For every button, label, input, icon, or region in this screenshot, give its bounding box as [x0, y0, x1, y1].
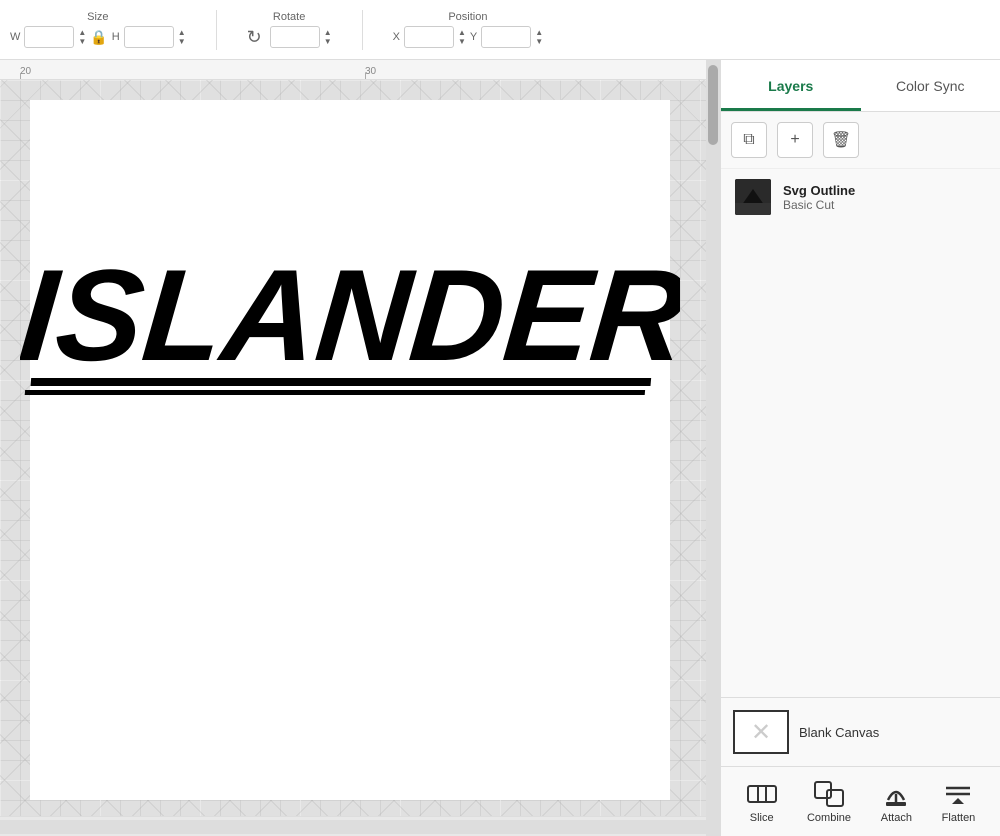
y-label: Y: [470, 31, 477, 43]
combine-button[interactable]: Combine: [807, 780, 851, 824]
flatten-label: Flatten: [942, 812, 976, 824]
flatten-icon: [942, 780, 974, 808]
main-area: 20 30 .isle-text { font-family: 'Arial B…: [0, 60, 1000, 836]
x-spinner[interactable]: ▲▼: [458, 28, 466, 46]
layer-type: Basic Cut: [783, 198, 986, 212]
layer-name: Svg Outline: [783, 183, 986, 198]
ruler-mark-30: 30: [365, 66, 376, 77]
attach-label: Attach: [881, 812, 912, 824]
rotate-group: Rotate ↻ ▲▼: [247, 11, 332, 48]
height-input[interactable]: [124, 26, 174, 48]
size-group: Size W ▲▼ 🔒 H ▲▼: [10, 11, 186, 48]
size-label: Size: [87, 11, 108, 23]
blank-canvas-area: Blank Canvas: [721, 697, 1000, 766]
height-label: H: [112, 31, 120, 43]
copy-layer-button[interactable]: ⧉: [731, 122, 767, 158]
svg-text:ISLANDERS: ISLANDERS: [20, 242, 680, 388]
slice-icon: [746, 780, 778, 808]
height-spinner[interactable]: ▲▼: [178, 28, 186, 46]
ruler-top: 20 30: [0, 60, 706, 80]
slice-label: Slice: [750, 812, 774, 824]
right-panel: Layers Color Sync ⧉ + 🗑: [720, 60, 1000, 836]
canvas-viewport[interactable]: .isle-text { font-family: 'Arial Black',…: [0, 80, 706, 816]
lock-icon: 🔒: [90, 29, 107, 46]
h-scrollbar[interactable]: [0, 820, 706, 834]
slice-button[interactable]: Slice: [746, 780, 778, 824]
layer-item[interactable]: Svg Outline Basic Cut: [721, 169, 1000, 225]
combine-icon: [813, 780, 845, 808]
y-spinner[interactable]: ▲▼: [535, 28, 543, 46]
v-scrollbar-thumb[interactable]: [708, 65, 718, 145]
canvas-with-ruler: 20 30 .isle-text { font-family: 'Arial B…: [0, 60, 706, 836]
ruler-mark-20: 20: [20, 66, 31, 77]
rotate-icon: ↻: [247, 27, 262, 48]
tab-color-sync[interactable]: Color Sync: [861, 60, 1000, 111]
white-canvas: [30, 100, 670, 800]
copy-icon: ⧉: [743, 131, 754, 149]
width-input[interactable]: [24, 26, 74, 48]
layer-list: Svg Outline Basic Cut: [721, 169, 1000, 225]
attach-button[interactable]: Attach: [880, 780, 912, 824]
delete-layer-button[interactable]: 🗑: [823, 122, 859, 158]
rotate-input[interactable]: [270, 26, 320, 48]
x-label: X: [393, 31, 400, 43]
rotate-spinner[interactable]: ▲▼: [324, 28, 332, 46]
combine-label: Combine: [807, 812, 851, 824]
position-group: Position X ▲▼ Y ▲▼: [393, 11, 544, 48]
add-icon: +: [790, 131, 799, 149]
bottom-action-bar: Slice Combine: [721, 766, 1000, 836]
ruler-line-20: [20, 73, 21, 79]
x-input[interactable]: [404, 26, 454, 48]
blank-canvas-label: Blank Canvas: [799, 725, 879, 740]
rotate-label: Rotate: [273, 11, 305, 23]
toolbar: Size W ▲▼ 🔒 H ▲▼ Rotate ↻ ▲▼ Position X …: [0, 0, 1000, 60]
islanders-graphic: .isle-text { font-family: 'Arial Black',…: [20, 210, 680, 430]
layer-thumbnail: [735, 179, 771, 215]
panel-spacer: [721, 225, 1000, 697]
panel-tabs: Layers Color Sync: [721, 60, 1000, 112]
y-input[interactable]: [481, 26, 531, 48]
width-spinner[interactable]: ▲▼: [78, 28, 86, 46]
position-label: Position: [448, 11, 487, 23]
attach-icon: [880, 780, 912, 808]
tab-layers[interactable]: Layers: [721, 60, 861, 111]
width-label: W: [10, 31, 20, 43]
ruler-line-30: [365, 73, 366, 79]
v-scrollbar[interactable]: [706, 60, 720, 836]
blank-canvas-preview: [733, 710, 789, 754]
delete-icon: 🗑: [831, 130, 851, 150]
flatten-button[interactable]: Flatten: [942, 780, 976, 824]
add-layer-button[interactable]: +: [777, 122, 813, 158]
panel-toolbar: ⧉ + 🗑: [721, 112, 1000, 169]
layer-info: Svg Outline Basic Cut: [783, 183, 986, 212]
canvas-bottom: [0, 816, 706, 836]
